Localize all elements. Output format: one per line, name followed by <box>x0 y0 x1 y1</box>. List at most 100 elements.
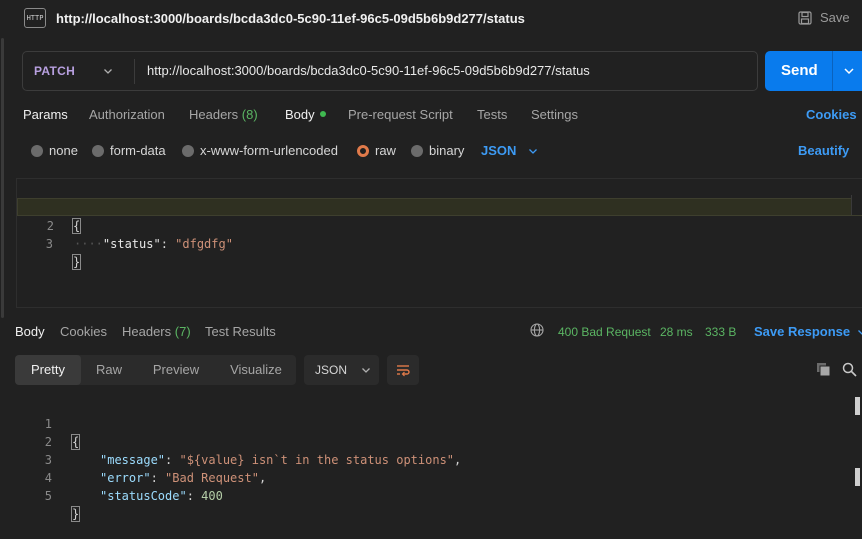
indent-marker: ···· <box>74 237 103 251</box>
radio-none[interactable]: none <box>31 143 78 158</box>
code-line: 1 { <box>17 181 862 234</box>
response-time[interactable]: 28 ms <box>660 325 693 339</box>
radio-form-data-label: form-data <box>110 143 166 158</box>
copy-icon[interactable] <box>816 362 831 377</box>
save-icon <box>798 10 812 25</box>
response-scrollbar-marker[interactable] <box>855 397 860 415</box>
send-button[interactable]: Send <box>765 51 862 91</box>
wrap-lines-button[interactable] <box>387 355 419 385</box>
radio-raw[interactable]: raw <box>357 143 396 158</box>
view-visualize[interactable]: Visualize <box>219 355 293 385</box>
json-value: "dfgdfg" <box>175 237 233 251</box>
tab-response-headers-label: Headers <box>122 324 172 339</box>
code-text: ····"status": "dfgdfg" <box>74 235 233 253</box>
method-label: PATCH <box>34 64 76 78</box>
line-number: 3 <box>45 237 53 251</box>
radio-binary-label: binary <box>429 143 465 158</box>
tab-settings[interactable]: Settings <box>531 107 578 122</box>
response-size[interactable]: 333 B <box>705 325 736 339</box>
radio-binary[interactable]: binary <box>411 143 464 158</box>
radio-circle-selected <box>357 144 369 157</box>
view-pretty[interactable]: Pretty <box>15 355 81 385</box>
left-scroll-strip <box>0 0 6 539</box>
tab-response-cookies[interactable]: Cookies <box>60 324 107 339</box>
left-scroll-thumb[interactable] <box>1 38 4 318</box>
request-title-row: HTTP http://localhost:3000/boards/bcda3d… <box>0 0 862 38</box>
radio-circle <box>31 144 43 157</box>
response-view-modes: Pretty Raw Preview Visualize <box>15 355 296 385</box>
body-modified-dot <box>319 111 326 117</box>
beautify-button[interactable]: Beautify <box>798 143 849 158</box>
body-format-select[interactable]: JSON <box>481 143 538 158</box>
url-divider <box>134 59 135 84</box>
save-label: Save <box>820 10 850 25</box>
save-response-label: Save Response <box>754 324 851 339</box>
tab-params[interactable]: Params <box>23 107 68 122</box>
code-line: 3 "error": "Bad Request", <box>16 433 862 485</box>
radio-raw-label: raw <box>375 143 396 158</box>
chevron-down-icon <box>529 148 538 154</box>
tab-response-body[interactable]: Body <box>15 324 45 339</box>
request-tabs: Params Authorization Headers (8) Body Pr… <box>0 103 862 127</box>
tab-headers[interactable]: Headers (8) <box>189 107 258 122</box>
chevron-down-icon <box>362 368 370 373</box>
cookies-link[interactable]: Cookies <box>806 107 857 122</box>
json-key: "status" <box>102 237 161 251</box>
status-badge[interactable]: 400 Bad Request <box>558 325 651 339</box>
request-editor-scrollbar[interactable] <box>851 195 862 215</box>
radio-circle <box>182 144 194 157</box>
response-body-viewer[interactable]: 1 { 2 "message": "${value} isn`t in the … <box>16 397 862 539</box>
method-select[interactable]: PATCH <box>23 52 134 90</box>
response-format-label: JSON <box>315 363 348 377</box>
body-format-label: JSON <box>481 143 517 158</box>
tab-headers-count: (8) <box>241 107 258 122</box>
wrap-lines-icon <box>397 365 410 377</box>
code-line: 2 "message": "${value} isn`t in the stat… <box>16 415 862 467</box>
tab-body-label: Body <box>285 107 315 122</box>
code-line-active: 2 ····"status": "dfgdfg" <box>17 198 862 251</box>
globe-icon[interactable] <box>530 323 544 337</box>
send-options-chevron-icon[interactable] <box>843 65 855 77</box>
view-preview[interactable]: Preview <box>141 355 211 385</box>
response-format-select[interactable]: JSON <box>304 355 379 385</box>
json-separator: : <box>186 489 202 503</box>
radio-form-data[interactable]: form-data <box>92 143 166 158</box>
http-request-icon: HTTP <box>24 8 46 28</box>
close-brace: } <box>70 506 81 522</box>
tab-tests[interactable]: Tests <box>477 107 507 122</box>
save-button[interactable]: Save <box>798 10 850 25</box>
send-divider <box>832 51 833 91</box>
request-body-editor[interactable]: 1 { 2 ····"status": "dfgdfg" 3 } <box>16 178 862 308</box>
response-tabs: Body Cookies Headers (7) Test Results 40… <box>0 320 862 342</box>
response-scrollbar-marker[interactable] <box>855 468 860 486</box>
request-title[interactable]: http://localhost:3000/boards/bcda3dc0-5c… <box>56 11 525 26</box>
close-brace: } <box>71 254 82 270</box>
tab-test-results[interactable]: Test Results <box>205 324 276 339</box>
radio-circle <box>411 144 423 157</box>
search-icon[interactable] <box>842 362 857 377</box>
code-line: 3 } <box>17 217 862 270</box>
tab-body[interactable]: Body <box>285 107 326 122</box>
radio-urlencoded-label: x-www-form-urlencoded <box>200 143 338 158</box>
tab-pre-request-script[interactable]: Pre-request Script <box>348 107 453 122</box>
url-bar: PATCH http://localhost:3000/boards/bcda3… <box>22 51 758 91</box>
code-text: } <box>70 505 81 523</box>
code-line: 4 "statusCode": 400 <box>16 451 862 503</box>
view-raw[interactable]: Raw <box>85 355 133 385</box>
code-text: } <box>71 253 82 271</box>
chevron-down-icon <box>104 69 112 74</box>
tab-response-headers[interactable]: Headers (7) <box>122 324 191 339</box>
json-key: "statusCode" <box>100 489 187 503</box>
json-separator: : <box>160 237 176 251</box>
line-number: 5 <box>44 489 52 503</box>
code-line: 5 } <box>16 469 862 522</box>
radio-none-label: none <box>49 143 78 158</box>
code-line: 1 { <box>16 397 862 450</box>
url-input[interactable]: http://localhost:3000/boards/bcda3dc0-5c… <box>147 63 590 78</box>
radio-circle <box>92 144 104 157</box>
tab-authorization[interactable]: Authorization <box>89 107 165 122</box>
radio-urlencoded[interactable]: x-www-form-urlencoded <box>182 143 338 158</box>
save-response-button[interactable]: Save Response <box>754 324 862 339</box>
json-value: 400 <box>201 489 223 503</box>
body-type-options: none form-data x-www-form-urlencoded raw… <box>0 140 862 162</box>
